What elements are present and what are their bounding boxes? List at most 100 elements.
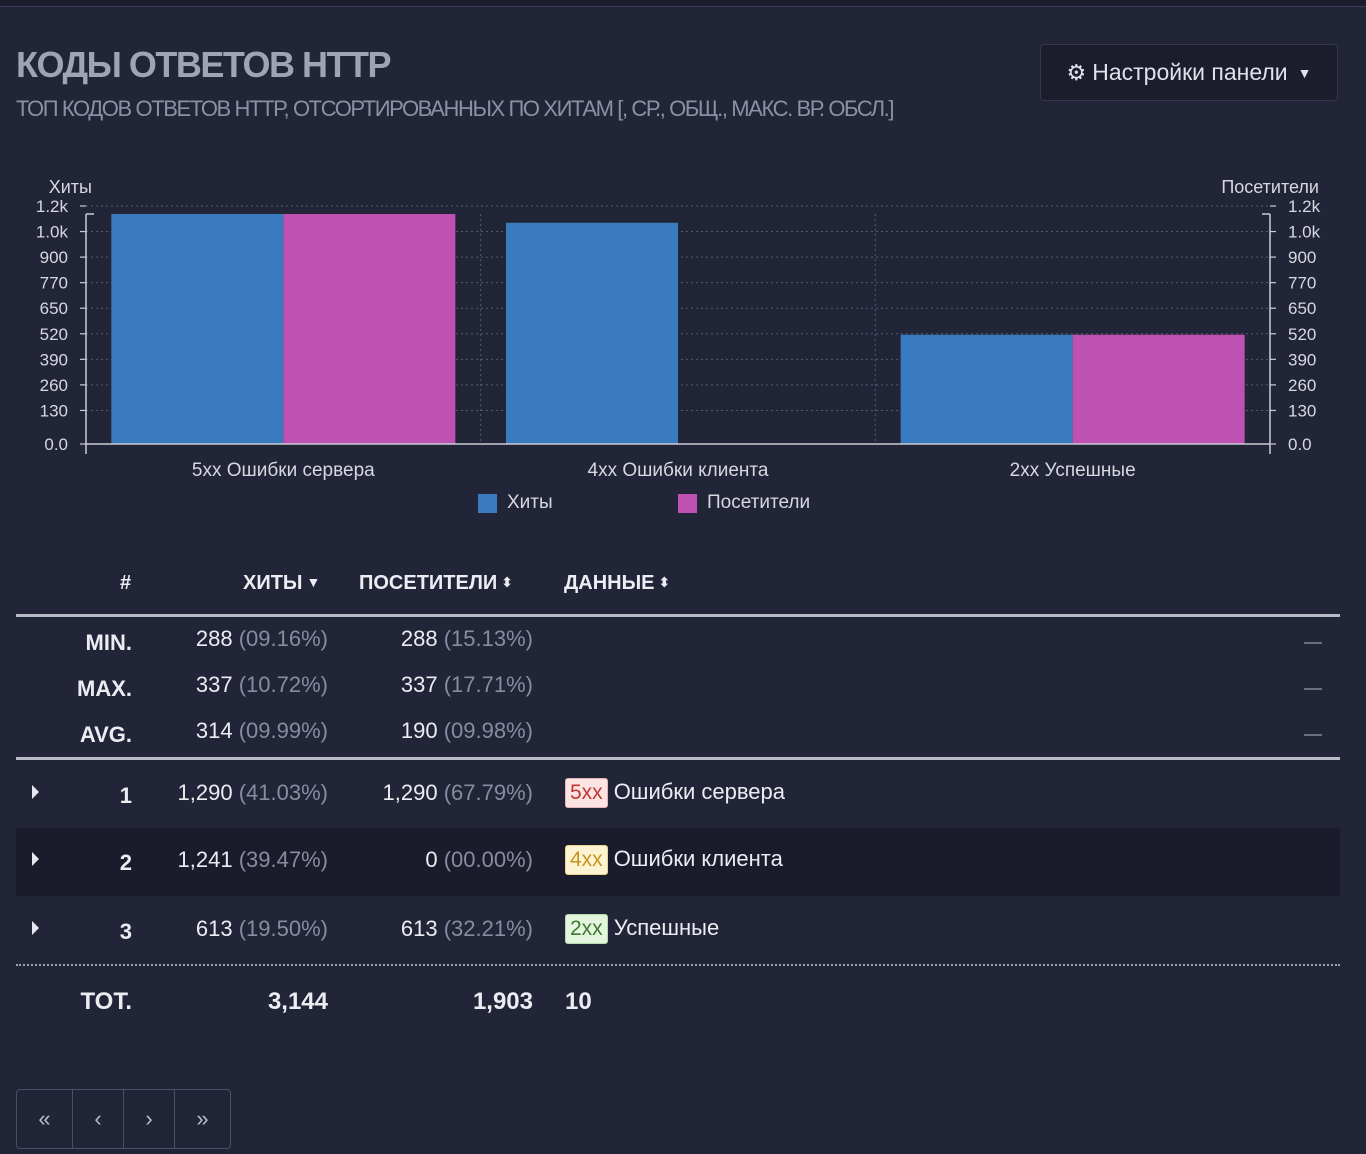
bar[interactable] [111, 214, 284, 444]
row-visitors: 613 (32.21%) [401, 916, 533, 942]
panel-settings-label: Настройки панели [1092, 59, 1288, 85]
bar[interactable] [506, 222, 678, 444]
visitors-value: 288 [400, 626, 438, 651]
gear-icon: ⚙ [1066, 59, 1087, 85]
summary-divider [16, 757, 1340, 760]
column-header-data[interactable]: ДАННЫЕ ⬍ [564, 572, 670, 595]
left-axis-title: Хиты [49, 177, 92, 197]
row-data-text: Ошибки сервера [613, 779, 785, 804]
caret-down-icon: ▼ [1297, 64, 1312, 81]
y-tick-label-right: 1.2k [1288, 197, 1321, 216]
panel-subtitle: ТОП КОДОВ ОТВЕТОВ HTTP, ОТСОРТИРОВАННЫХ … [16, 96, 894, 121]
row-hits: 613 (19.50%) [196, 916, 328, 942]
hits-percent: (19.50%) [238, 916, 328, 941]
right-axis-title: Посетители [1221, 177, 1319, 197]
total-label: TOT. [80, 988, 132, 1015]
sort-desc-icon: ▼ [306, 574, 321, 590]
y-tick-label-right: 0.0 [1288, 435, 1312, 454]
bar[interactable] [900, 334, 1073, 444]
category-label: 4xx Ошибки клиента [588, 460, 769, 481]
visitors-percent: (67.79%) [443, 780, 533, 805]
bar[interactable] [1072, 334, 1245, 444]
column-header-hits[interactable]: ХИТЫ ▼ [243, 572, 320, 595]
hits-percent: (09.99%) [238, 718, 328, 743]
summary-hits: 337 (10.72%) [196, 672, 328, 698]
hits-value: 1,290 [177, 780, 233, 805]
row-number: 3 [119, 919, 132, 944]
summary-row-min: MIN. 288 (09.16%) 288 (15.13%) [16, 626, 1340, 666]
summary-visitors: 337 (17.71%) [401, 672, 533, 698]
status-badge-5xx: 5xx [565, 778, 608, 808]
summary-label: MAX. [77, 676, 132, 701]
y-tick-label-left: 650 [40, 299, 68, 318]
hits-value: 314 [195, 718, 233, 743]
summary-label: AVG. [79, 722, 132, 747]
bar[interactable] [283, 214, 456, 444]
y-tick-label-left: 770 [40, 274, 68, 293]
dash-icon [1304, 734, 1322, 736]
row-number: 1 [119, 783, 132, 808]
prev-page-button[interactable]: ‹ [73, 1090, 124, 1148]
total-hits: 3,144 [267, 988, 328, 1015]
chart-legend: Хиты Посетители [0, 492, 1366, 518]
http-status-bar-chart: Хиты Посетители 5xx Ошибки сервера 4xx Ош… [36, 177, 1321, 481]
legend-item[interactable]: Хиты [478, 492, 553, 514]
table-row[interactable]: 2 1,241 (39.47%) 0 (00.00%) 4xx Ошибки кл… [16, 828, 1340, 896]
summary-row-avg: AVG. 314 (09.99%) 190 (09.98%) [16, 718, 1340, 758]
y-tick-label-left: 1.2k [36, 197, 69, 216]
category-label: 5xx Ошибки сервера [192, 460, 375, 481]
row-data-text: Успешные [613, 915, 720, 940]
summary-visitors: 288 (15.13%) [401, 626, 533, 652]
status-badge-4xx: 4xx [565, 845, 608, 875]
row-number: 2 [119, 850, 132, 875]
hits-value: 613 [195, 916, 233, 941]
visitors-percent: (00.00%) [443, 847, 533, 872]
summary-hits: 288 (09.16%) [196, 626, 328, 652]
first-page-button[interactable]: « [17, 1090, 73, 1148]
total-visitors: 1,903 [472, 988, 533, 1015]
chart-bars [111, 214, 1245, 444]
next-page-button[interactable]: › [124, 1090, 175, 1148]
table-row[interactable]: 1 1,290 (41.03%) 1,290 (67.79%) 5xx Ошибк… [16, 761, 1340, 827]
y-tick-label-right: 520 [1288, 325, 1316, 344]
y-tick-label-right: 390 [1288, 350, 1316, 369]
legend-item[interactable]: Посетители [678, 492, 810, 514]
visitors-value: 1,290 [382, 780, 438, 805]
expand-caret-icon[interactable] [32, 785, 39, 799]
dash-icon [1304, 688, 1322, 690]
y-tick-label-right: 900 [1288, 248, 1316, 267]
hits-percent: (09.16%) [238, 626, 328, 651]
total-data: 10 [565, 988, 592, 1015]
hits-percent: (39.47%) [238, 847, 328, 872]
row-visitors: 0 (00.00%) [425, 847, 533, 873]
header-divider [16, 614, 1340, 617]
expand-caret-icon[interactable] [32, 852, 39, 866]
visitors-value: 613 [400, 916, 438, 941]
summary-visitors: 190 (09.98%) [401, 718, 533, 744]
table-row[interactable]: 3 613 (19.50%) 613 (32.21%) 2xx Успешные [16, 897, 1340, 963]
row-data: 2xx Успешные [565, 914, 719, 944]
visitors-value: 0 [425, 847, 438, 872]
last-page-button[interactable]: » [175, 1090, 230, 1148]
row-data: 4xx Ошибки клиента [565, 845, 783, 875]
status-badge-2xx: 2xx [565, 914, 608, 944]
y-tick-label-left: 130 [40, 401, 68, 420]
top-border [0, 0, 1366, 7]
panel-settings-button[interactable]: ⚙ Настройки панели ▼ [1040, 44, 1338, 101]
legend-label: Хиты [507, 492, 553, 513]
y-tick-label-right: 1.0k [1288, 223, 1321, 242]
y-tick-label-left: 520 [40, 325, 68, 344]
expand-caret-icon[interactable] [32, 921, 39, 935]
y-tick-label-right: 260 [1288, 376, 1316, 395]
visitors-percent: (15.13%) [443, 626, 533, 651]
y-tick-label-left: 1.0k [36, 223, 69, 242]
y-tick-label-right: 770 [1288, 274, 1316, 293]
column-header-hits-label: ХИТЫ [243, 572, 303, 594]
hits-value: 1,241 [177, 847, 233, 872]
total-row: TOT. 3,144 1,903 10 [16, 984, 1340, 1028]
summary-label: MIN. [85, 630, 132, 655]
row-data: 5xx Ошибки сервера [565, 778, 785, 808]
column-header-visitors[interactable]: ПОСЕТИТЕЛИ ⬍ [359, 572, 513, 595]
column-header-num: # [120, 572, 132, 594]
visitors-percent: (17.71%) [443, 672, 533, 697]
